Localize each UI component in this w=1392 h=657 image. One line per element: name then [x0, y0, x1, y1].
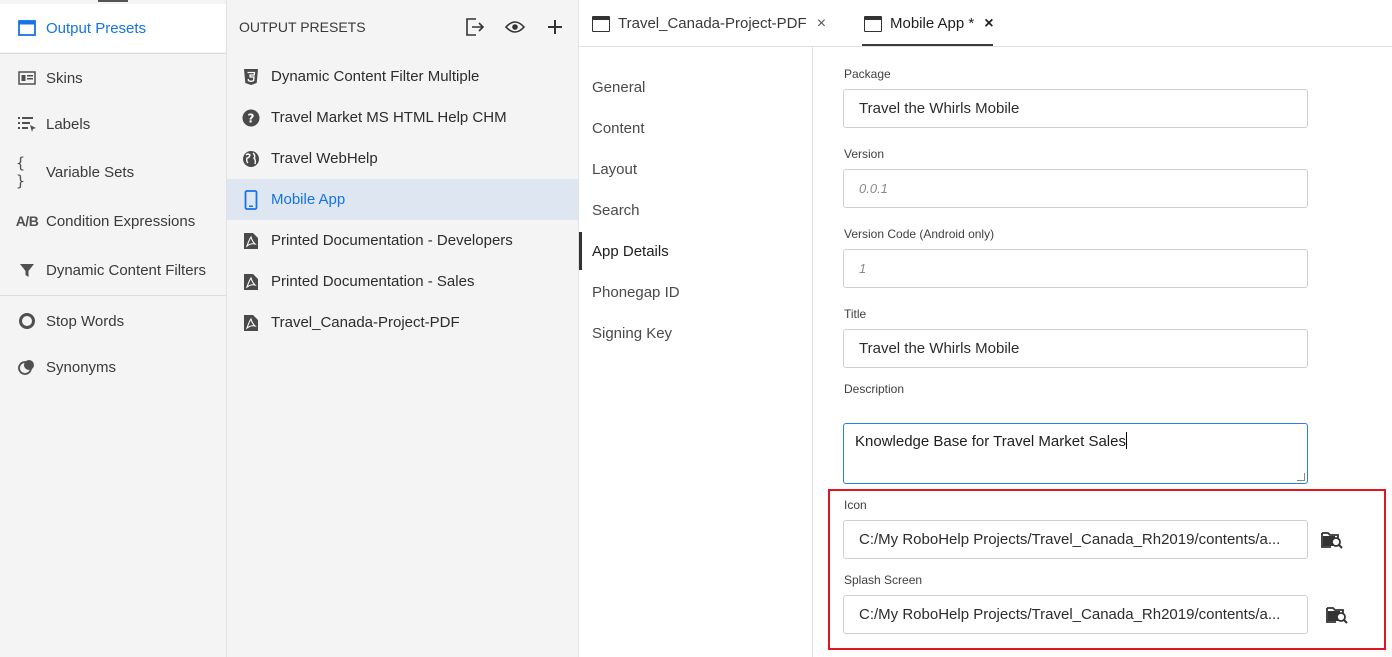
add-preset-icon[interactable] — [544, 16, 566, 38]
subnav-general[interactable]: General — [579, 68, 812, 106]
preset-item-selected[interactable]: Mobile App — [227, 179, 578, 220]
description-textarea[interactable]: Knowledge Base for Travel Market Sales — [843, 423, 1308, 484]
nav-item-label: Dynamic Content Filters — [46, 261, 207, 279]
pdf-icon — [241, 231, 261, 251]
close-icon[interactable]: × — [817, 15, 826, 33]
description-text: Knowledge Base for Travel Market Sales — [855, 433, 1126, 450]
nav-item-label: Synonyms — [46, 358, 117, 376]
preset-item[interactable]: ? Travel Market MS HTML Help CHM — [227, 97, 578, 138]
braces-icon: { } — [16, 154, 26, 190]
subnav-signing-key[interactable]: Signing Key — [579, 314, 812, 352]
tab-travel-canada-pdf[interactable]: Travel_Canada-Project-PDF × — [592, 0, 826, 47]
nav-item-condition-expressions[interactable]: A/B Condition Expressions — [0, 197, 226, 245]
nav-item-labels[interactable]: Labels — [0, 100, 226, 148]
active-tab-indicator — [862, 44, 993, 46]
nav-item-label: Skins — [46, 69, 83, 87]
title-label: Title — [844, 307, 867, 321]
subnav-layout[interactable]: Layout — [579, 150, 812, 188]
nav-item-variable-sets[interactable]: { } Variable Sets — [0, 148, 226, 196]
pdf-icon — [241, 272, 261, 292]
labels-icon — [16, 114, 38, 134]
window-icon — [16, 18, 38, 38]
subnav-search[interactable]: Search — [579, 191, 812, 229]
window-icon — [592, 15, 610, 32]
nav-item-label: Variable Sets — [46, 163, 135, 181]
export-icon[interactable] — [464, 16, 486, 38]
nav-divider — [0, 295, 226, 296]
nav-item-skins[interactable]: Skins — [0, 54, 226, 102]
nav-item-dynamic-content-filters[interactable]: Dynamic Content Filters — [0, 246, 226, 294]
text-caret — [1125, 432, 1127, 449]
preset-item[interactable]: Printed Documentation - Sales — [227, 261, 578, 302]
annotation-highlight-box — [828, 489, 1386, 650]
mobile-icon — [241, 189, 261, 210]
window-icon — [864, 15, 882, 32]
nav-top-marker — [98, 0, 128, 2]
stop-icon — [16, 311, 38, 331]
tab-label: Mobile App * — [890, 15, 975, 32]
subnav-app-details[interactable]: App Details — [579, 232, 812, 270]
help-icon: ? — [241, 108, 261, 128]
close-icon[interactable]: × — [984, 15, 993, 33]
presets-panel: OUTPUT PRESETS Dynamic Content Filter Mu… — [227, 0, 579, 657]
tab-mobile-app[interactable]: Mobile App * × — [864, 0, 994, 47]
preset-label: Travel WebHelp — [271, 150, 378, 167]
version-input[interactable]: 0.0.1 — [843, 169, 1308, 208]
version-code-input[interactable]: 1 — [843, 249, 1308, 288]
left-nav: Output Presets Skins Labels { } Variable… — [0, 0, 227, 657]
package-input[interactable]: Travel the Whirls Mobile — [843, 89, 1308, 128]
preset-label: Printed Documentation - Developers — [271, 232, 513, 249]
preset-label: Travel Market MS HTML Help CHM — [271, 109, 507, 126]
preset-item[interactable]: Dynamic Content Filter Multiple — [227, 56, 578, 97]
settings-subnav: General Content Layout Search App Detail… — [579, 47, 813, 657]
preset-item[interactable]: Travel_Canada-Project-PDF — [227, 302, 578, 343]
nav-item-output-presets[interactable]: Output Presets — [0, 4, 226, 52]
preset-label: Dynamic Content Filter Multiple — [271, 68, 480, 85]
nav-item-synonyms[interactable]: Synonyms — [0, 343, 226, 391]
version-label: Version — [844, 147, 885, 161]
skins-icon — [16, 68, 38, 88]
presets-actions — [464, 16, 566, 38]
nav-item-label: Condition Expressions — [46, 212, 196, 230]
preset-label: Mobile App — [271, 191, 346, 208]
subnav-content[interactable]: Content — [579, 109, 812, 147]
preview-eye-icon[interactable] — [504, 16, 526, 38]
preset-label: Travel_Canada-Project-PDF — [271, 314, 460, 331]
preset-item[interactable]: Printed Documentation - Developers — [227, 220, 578, 261]
svg-text:?: ? — [248, 111, 255, 125]
preset-item[interactable]: Travel WebHelp — [227, 138, 578, 179]
subnav-phonegap-id[interactable]: Phonegap ID — [579, 273, 812, 311]
nav-item-stop-words[interactable]: Stop Words — [0, 297, 226, 345]
resize-grip-icon[interactable] — [1297, 473, 1305, 481]
description-label: Description — [844, 382, 905, 396]
pdf-icon — [241, 313, 261, 333]
preset-label: Printed Documentation - Sales — [271, 273, 475, 290]
presets-title: OUTPUT PRESETS — [239, 19, 366, 35]
ab-icon: A/B — [15, 213, 39, 229]
package-label: Package — [844, 67, 891, 81]
nav-item-label: Labels — [46, 115, 91, 133]
globe-icon — [241, 149, 261, 169]
tab-label: Travel_Canada-Project-PDF — [618, 15, 807, 32]
tab-bar: Travel_Canada-Project-PDF × Mobile App *… — [579, 0, 1392, 47]
version-code-label: Version Code (Android only) — [844, 227, 995, 241]
filter-icon — [16, 260, 38, 280]
nav-item-label: Output Presets — [46, 19, 147, 37]
html5-icon — [241, 67, 261, 87]
nav-item-label: Stop Words — [46, 312, 125, 330]
synonyms-icon — [16, 357, 38, 377]
title-input[interactable]: Travel the Whirls Mobile — [843, 329, 1308, 368]
